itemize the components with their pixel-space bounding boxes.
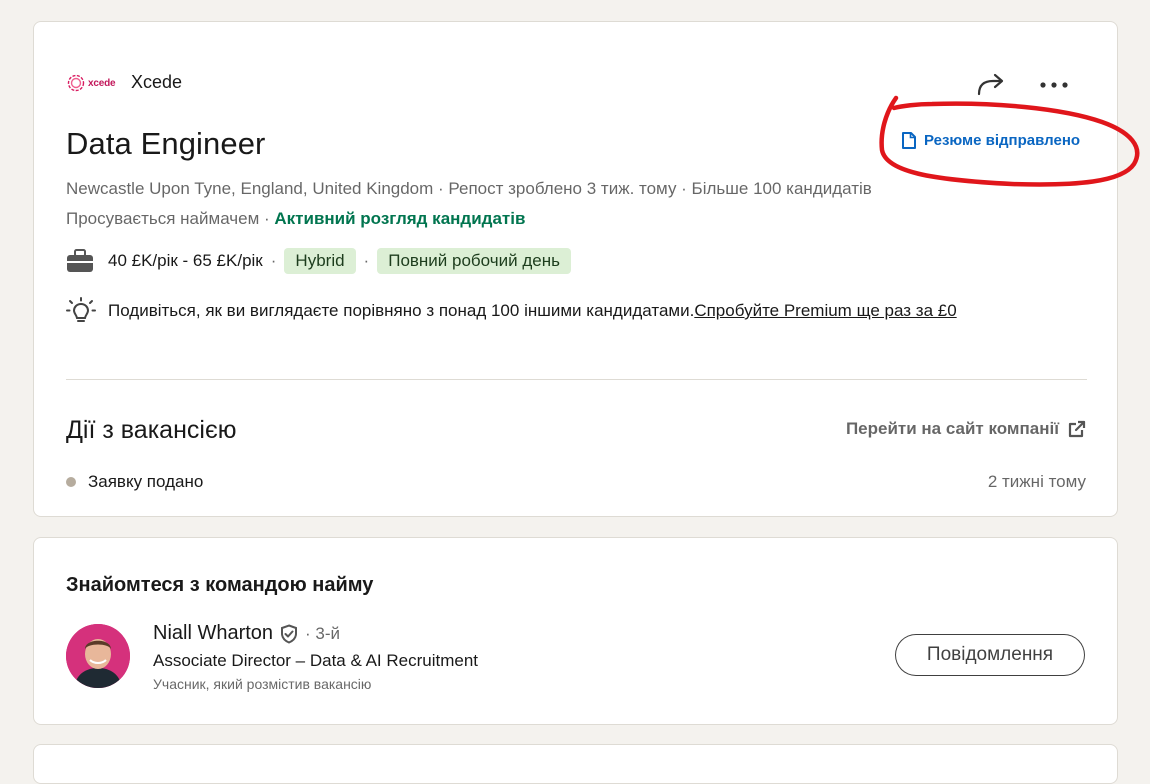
external-link-icon	[1068, 420, 1086, 438]
employment-type-badge: Повний робочий день	[377, 248, 571, 274]
poster-name-row: Niall Wharton · 3-й	[153, 622, 340, 645]
status-dot	[66, 477, 76, 487]
hiring-team-card: Знайомтеся з командою найму Niall Wharto…	[33, 537, 1118, 725]
document-icon	[902, 132, 916, 149]
hiring-team-title: Знайомтеся з командою найму	[66, 574, 374, 596]
share-button[interactable]	[974, 70, 1008, 100]
job-meta-line: Newcastle Upon Tyne, England, United Kin…	[66, 179, 872, 198]
premium-trial-link[interactable]: Спробуйте Premium ще раз за £0	[694, 301, 956, 321]
connection-degree: · 3-й	[305, 623, 341, 643]
job-insights-row: 40 £K/рік - 65 £K/рік · Hybrid · Повний …	[66, 248, 571, 274]
poster-role: Учасник, який розмістив вакансію	[153, 676, 372, 692]
separator: ·	[363, 251, 370, 270]
job-activity-title: Дії з вакансією	[66, 416, 237, 444]
application-status-row: Заявку подано	[66, 472, 203, 492]
briefcase-icon	[67, 249, 93, 272]
salary-range: 40 £K/рік - 65 £K/рік	[108, 251, 263, 270]
more-icon	[1040, 82, 1068, 88]
workplace-type-badge: Hybrid	[284, 248, 356, 274]
company-website-label: Перейти на сайт компанії	[845, 419, 1059, 438]
poster-name[interactable]: Niall Wharton	[153, 622, 273, 645]
xcede-logo-icon[interactable]: xcede	[66, 73, 120, 93]
company-website-link[interactable]: Перейти на сайт компанії	[846, 419, 1086, 439]
lightbulb-icon	[66, 297, 96, 322]
application-status-time: 2 тижні тому	[987, 472, 1086, 491]
separator: ·	[270, 251, 277, 270]
promoted-line: Просувається наймачем · Активний розгляд…	[66, 209, 525, 229]
share-icon	[977, 73, 1004, 96]
divider	[66, 379, 1087, 380]
company-logo-text: xcede	[88, 77, 116, 89]
job-title: Data Engineer	[66, 126, 266, 161]
job-details-card: xcede Xcede Data Engineer Резюме відправ…	[33, 21, 1140, 517]
active-review-label: Активний розгляд кандидатів	[274, 209, 526, 228]
application-status-label: Заявку подано	[88, 472, 204, 491]
insight-text: Подивіться, як ви виглядаєте порівняно з…	[108, 301, 695, 320]
more-options-button[interactable]	[1036, 70, 1072, 100]
company-name[interactable]: Xcede	[131, 72, 182, 93]
resume-sent-status[interactable]: Резюме відправлено	[902, 132, 1080, 149]
message-button[interactable]: Повідомлення	[895, 634, 1085, 676]
premium-insight-row: Подивіться, як ви виглядаєте порівняно з…	[66, 297, 957, 325]
avatar[interactable]	[66, 624, 130, 688]
resume-status-label: Резюме відправлено	[924, 132, 1081, 149]
poster-headline: Associate Director – Data & AI Recruitme…	[153, 651, 479, 670]
promoted-label: Просувається наймачем ·	[66, 209, 275, 228]
verified-shield-icon	[281, 623, 298, 644]
next-card	[33, 744, 1118, 784]
